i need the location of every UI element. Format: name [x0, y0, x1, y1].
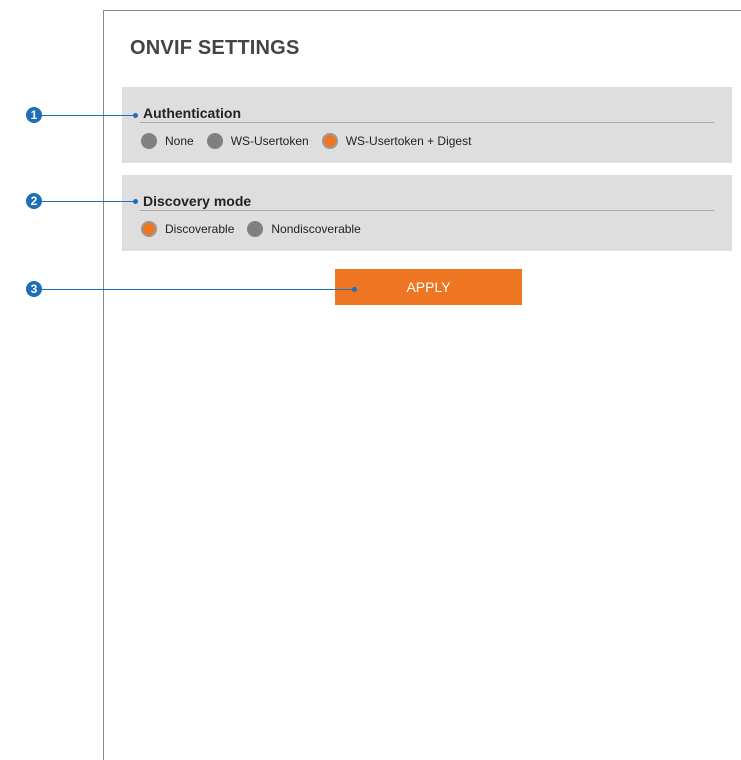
radio-ws-usertoken[interactable] — [206, 133, 223, 149]
callout-leader-1 — [42, 115, 135, 116]
divider — [140, 122, 714, 123]
divider — [140, 210, 714, 211]
callout-leader-2 — [42, 201, 135, 202]
authentication-title: Authentication — [143, 105, 241, 121]
discovery-options: Discoverable Nondiscoverable — [141, 221, 374, 237]
radio-none[interactable] — [141, 133, 157, 149]
page-title: ONVIF SETTINGS — [130, 37, 300, 59]
callout-marker-1: 1 — [26, 107, 42, 123]
authentication-panel: Authentication None WS-Usertoken WS-User… — [122, 87, 732, 163]
callout-marker-2: 2 — [26, 193, 42, 209]
discovery-option-label: Discoverable — [165, 222, 235, 236]
callout-marker-3: 3 — [26, 281, 42, 297]
apply-button[interactable]: APPLY — [335, 269, 522, 305]
auth-option-ws-usertoken[interactable]: WS-Usertoken — [206, 133, 309, 149]
discovery-option-nondiscoverable[interactable]: Nondiscoverable — [247, 221, 361, 237]
callout-leader-dot-2 — [133, 199, 138, 204]
auth-option-none[interactable]: None — [141, 133, 194, 149]
discovery-title: Discovery mode — [143, 193, 252, 209]
discovery-option-label: Nondiscoverable — [271, 222, 361, 236]
callout-leader-3 — [42, 289, 354, 290]
radio-nondiscoverable[interactable] — [247, 221, 264, 237]
radio-ws-usertoken-digest[interactable] — [321, 133, 338, 149]
auth-option-label: WS-Usertoken + Digest — [345, 134, 472, 148]
callout-leader-dot-1 — [133, 113, 138, 118]
radio-discoverable[interactable] — [141, 221, 157, 237]
auth-option-label: WS-Usertoken — [230, 134, 309, 148]
auth-option-ws-usertoken-digest[interactable]: WS-Usertoken + Digest — [321, 133, 472, 149]
authentication-options: None WS-Usertoken WS-Usertoken + Digest — [141, 133, 484, 149]
discovery-option-discoverable[interactable]: Discoverable — [141, 221, 234, 237]
auth-option-label: None — [165, 134, 194, 148]
callout-leader-dot-3 — [352, 287, 357, 292]
discovery-panel: Discovery mode Discoverable Nondiscovera… — [122, 175, 732, 251]
